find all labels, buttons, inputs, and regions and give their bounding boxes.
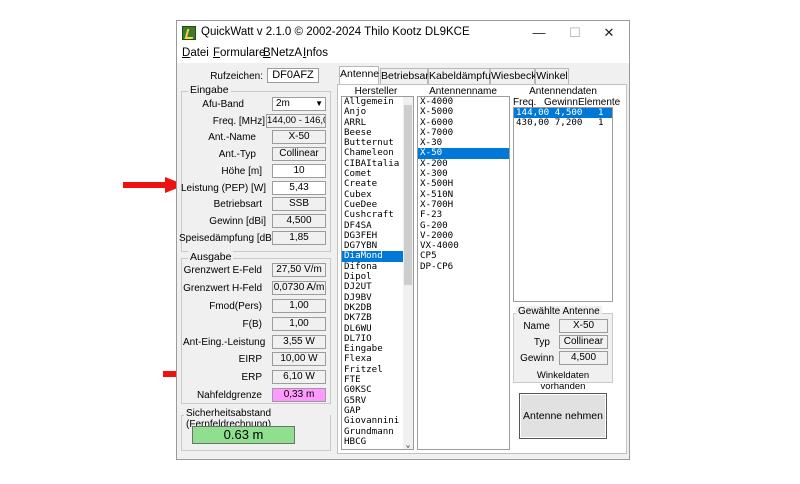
- menu-formulare[interactable]: Formulare: [213, 47, 265, 59]
- fb-field: 1,00: [272, 317, 326, 331]
- ausgabe-label-fb: F(B): [242, 319, 262, 330]
- afu-band-select[interactable]: 2m ▼: [272, 97, 326, 111]
- ant-name-field: X-50: [272, 130, 326, 144]
- eingabe-label-gewinn: Gewinn [dBi]: [209, 216, 266, 227]
- title-bar: QuickWatt v 2.1.0 © 2002-2024 Thilo Koot…: [177, 21, 629, 45]
- eingabe-label-afu-band: Afu-Band: [202, 99, 244, 110]
- row-gewinn: 7,200: [554, 117, 583, 129]
- gewaehlt-label-typ: Typ: [533, 337, 550, 348]
- tab-betriebsart[interactable]: Betriebsart: [380, 68, 432, 84]
- menu-infos[interactable]: Infos: [303, 47, 328, 59]
- antennendaten-header: Antennendaten: [529, 86, 597, 97]
- leistung-input[interactable]: 5,43: [272, 181, 326, 195]
- eingabe-title: Eingabe: [188, 84, 231, 96]
- eingabe-label-ant-name: Ant.-Name: [208, 132, 256, 143]
- eingabe-label-hoehe: Höhe [m]: [221, 166, 262, 177]
- betriebsart-field: SSB: [272, 197, 326, 211]
- antennendaten-list[interactable]: 144,00 4,500 1 430,00 7,200 1: [513, 107, 613, 302]
- hersteller-scroll-thumb[interactable]: [404, 105, 412, 285]
- hoehe-input[interactable]: 10: [272, 164, 326, 178]
- ausgabe-label-h-feld: Grenzwert H-Feld: [183, 283, 262, 294]
- gewaehlt-title: Gewählte Antenne: [516, 306, 602, 317]
- app-icon: [182, 26, 196, 40]
- gewaehlt-label-gewinn: Gewinn: [520, 353, 554, 364]
- tab-antenne[interactable]: Antenne: [339, 66, 379, 84]
- tab-kabeldaempfung[interactable]: Kabeldämpfung: [428, 68, 503, 84]
- ausgabe-label-nahfeld: Nahfeldgrenze: [196, 390, 262, 401]
- antennenname-list-item[interactable]: DP-CP6: [418, 261, 509, 272]
- eingabe-label-ant-typ: Ant.-Typ: [218, 149, 256, 160]
- ant-typ-field: Collinear: [272, 147, 326, 161]
- rufzeichen-input[interactable]: DF0AFZ: [267, 68, 319, 83]
- afu-band-value: 2m: [276, 98, 290, 109]
- antennenname-list[interactable]: X-4000 X-5000 X-6000 X-7000 X-30 X-50 X-200 X-3…: [417, 96, 510, 450]
- eingabe-label-freq: Freq. [MHz]: [212, 116, 265, 127]
- e-feld-field: 27,50 V/m: [272, 263, 326, 277]
- nahfeld-field: 0,33 m: [272, 388, 326, 402]
- sicherheitsabstand-result: 0.63 m: [192, 426, 295, 444]
- chevron-down-icon[interactable]: ⌄: [403, 440, 413, 449]
- rufzeichen-label: Rufzeichen:: [210, 71, 263, 82]
- erp-field: 6,10 W: [272, 370, 326, 384]
- row-elemente: 1: [597, 117, 604, 129]
- gewinn-field: 4,500: [272, 214, 326, 228]
- menu-datei[interactable]: Datei: [182, 47, 209, 59]
- gewaehlt-typ-field: Collinear: [559, 335, 608, 349]
- menu-bnetza[interactable]: BNetzA: [263, 47, 302, 59]
- tab-winkel[interactable]: Winkel: [535, 68, 569, 84]
- menu-bar: Datei Formulare BNetzA Infos: [177, 45, 629, 63]
- winkeldaten-note: Winkeldaten vorhanden: [536, 370, 590, 392]
- maximize-button[interactable]: ☐: [557, 21, 593, 45]
- fmod-field: 1,00: [272, 299, 326, 313]
- speisedaempfung-field: 1,85: [272, 231, 326, 245]
- row-freq: 430,00: [516, 117, 550, 129]
- eingabe-label-betriebsart: Betriebsart: [213, 199, 262, 210]
- close-button[interactable]: ✕: [591, 21, 627, 45]
- h-feld-field: 0,0730 A/m: [272, 281, 326, 295]
- eingabe-label-speisedaempfung: Speisedämpfung [dB]: [179, 233, 275, 244]
- gewaehlt-name-field: X-50: [559, 319, 608, 333]
- hersteller-list[interactable]: Allgemein Anjo ARRL Beese Butternut Chameleon…: [341, 96, 414, 450]
- ausgabe-label-eirp: EIRP: [238, 354, 262, 365]
- ausgabe-label-fmod: Fmod(Pers): [209, 301, 262, 312]
- gewaehlt-label-name: Name: [523, 321, 550, 332]
- eingabe-label-leistung: Leistung (PEP) [W]: [181, 183, 267, 194]
- ausgabe-label-erp: ERP: [241, 372, 262, 383]
- window-title: QuickWatt v 2.1.0 © 2002-2024 Thilo Koot…: [201, 26, 470, 38]
- antenne-nehmen-button[interactable]: Antenne nehmen: [519, 393, 607, 439]
- gewaehlt-gewinn-field: 4,500: [559, 351, 608, 365]
- freq-field: 144,00 - 146,00: [266, 114, 326, 128]
- ant-eing-leistung-field: 3,55 W: [272, 335, 326, 349]
- ausgabe-title: Ausgabe: [188, 251, 234, 263]
- app-window: QuickWatt v 2.1.0 © 2002-2024 Thilo Koot…: [176, 20, 630, 460]
- tab-wiesbeck[interactable]: Wiesbeck: [490, 68, 537, 84]
- ausgabe-label-e-feld: Grenzwert E-Feld: [183, 265, 262, 276]
- ausgabe-label-ant-eing-leistung: Ant-Eing.-Leistung: [183, 337, 266, 348]
- eirp-field: 10,00 W: [272, 352, 326, 366]
- hersteller-scrollbar[interactable]: ⌄: [403, 97, 413, 449]
- antennendaten-row[interactable]: 430,00 7,200 1: [514, 118, 612, 128]
- chevron-down-icon: ▼: [315, 99, 323, 108]
- minimize-button[interactable]: —: [521, 21, 557, 45]
